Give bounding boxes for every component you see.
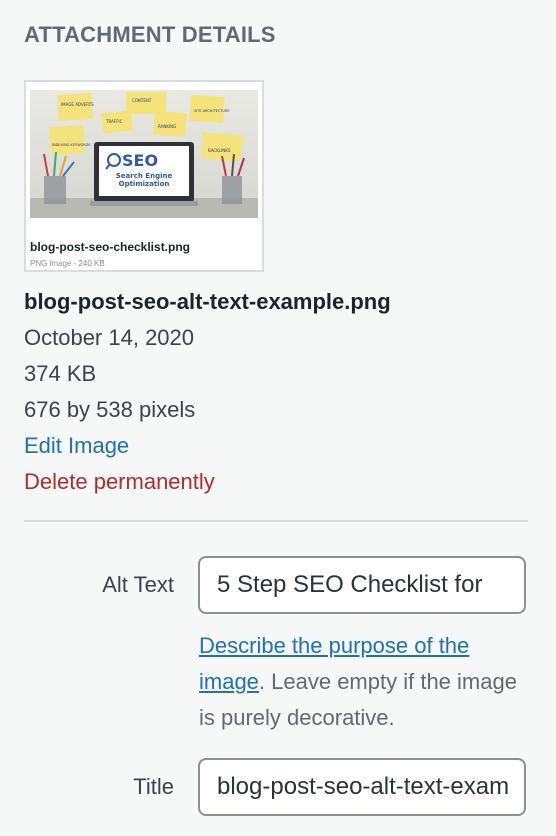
file-size: 374 KB [24,361,97,386]
alt-text-input[interactable] [198,556,526,614]
file-name: blog-post-seo-alt-text-example.png [24,289,391,314]
svg-text:SEO: SEO [122,151,158,170]
svg-text:RANKING: RANKING [158,124,176,129]
svg-text:INDEXING KEYWORDS: INDEXING KEYWORDS [52,143,91,147]
alt-text-help: Describe the purpose of the image. Leave… [199,628,529,736]
edit-image-link[interactable]: Edit Image [24,428,391,464]
title-label: Title [133,774,174,799]
attachment-details-panel: ATTACHMENT DETAILS IMAGE ADVERTS CONTENT… [0,0,556,836]
file-details: blog-post-seo-alt-text-example.png Octob… [24,284,391,500]
title-input[interactable] [198,758,526,816]
svg-text:Optimization: Optimization [119,180,170,188]
section-divider [24,520,528,522]
svg-text:IMAGE ADVERTS: IMAGE ADVERTS [61,102,94,107]
image-dimensions: 676 by 538 pixels [24,397,196,422]
upload-date: October 14, 2020 [24,325,195,350]
delete-permanently-link[interactable]: Delete permanently [24,464,391,500]
thumbnail-filename: blog-post-seo-checklist.png [30,240,191,254]
alt-text-label: Alt Text [102,572,174,597]
svg-text:TRAFFIC: TRAFFIC [105,119,123,124]
thumbnail-image: IMAGE ADVERTS CONTENT SITE ARCHITECTURE … [30,90,258,218]
svg-text:BACKLINKS: BACKLINKS [208,148,231,153]
svg-text:CONTENT: CONTENT [132,98,152,103]
svg-text:SITE ARCHITECTURE: SITE ARCHITECTURE [194,109,230,113]
svg-text:Search Engine: Search Engine [116,172,173,180]
thumbnail-meta: PNG image - 240 KB [30,259,105,268]
attachment-thumbnail[interactable]: IMAGE ADVERTS CONTENT SITE ARCHITECTURE … [24,80,264,272]
panel-heading: ATTACHMENT DETAILS [24,22,276,47]
